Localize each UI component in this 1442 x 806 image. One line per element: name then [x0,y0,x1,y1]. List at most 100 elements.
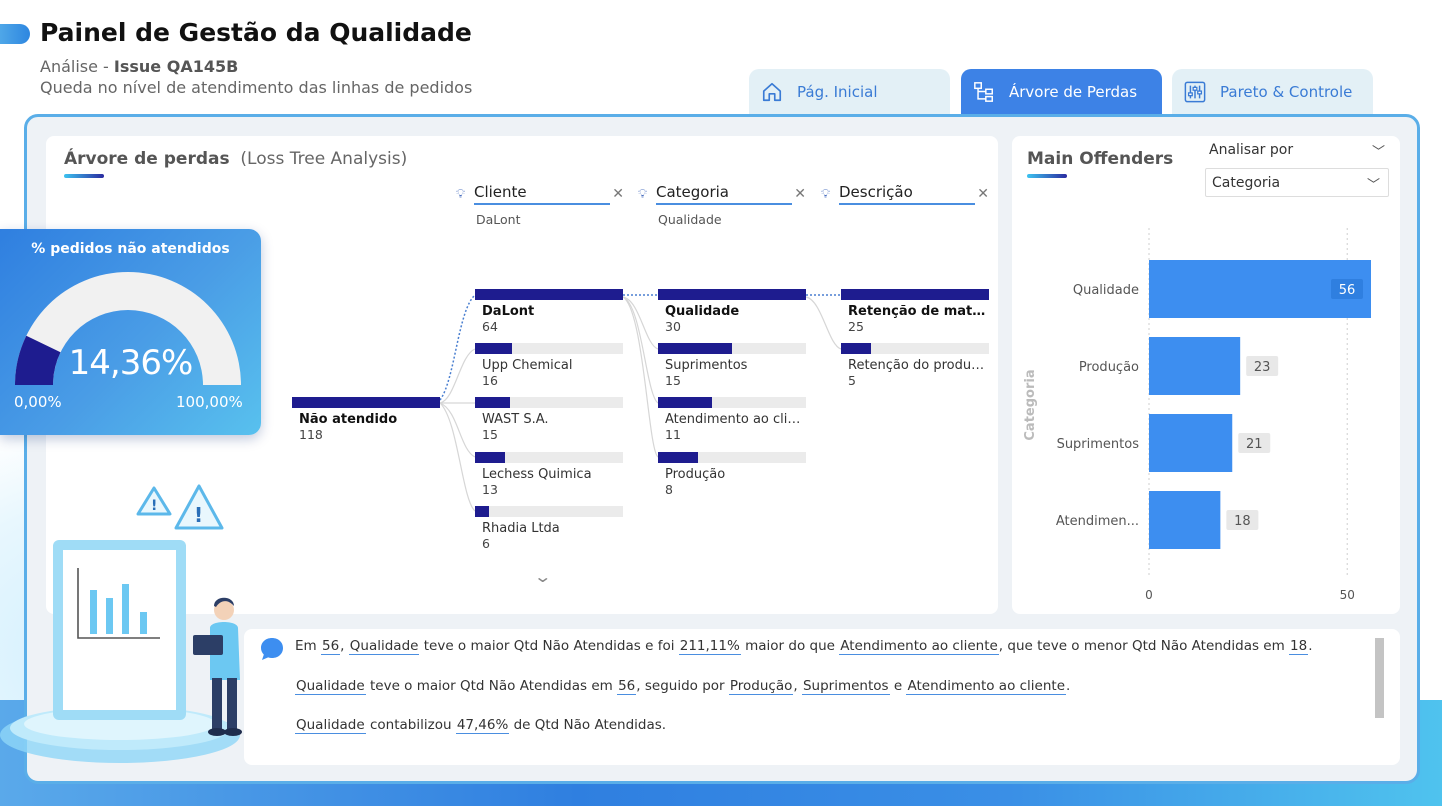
node-bar [475,506,623,517]
data-label: 21 [1246,437,1263,452]
tree-node[interactable]: DaLont 64 [475,289,623,334]
narrative-text: , seguido por [636,678,729,694]
narrative-highlight[interactable]: Atendimento ao cliente [839,638,999,655]
node-bar-fill [841,343,871,354]
narrative-line-1: Em 56, Qualidade teve o maior Qtd Não At… [295,638,1313,655]
offenders-bar-chart: Categoria Qualidade 56 Produção 23 Suprimento… [1023,228,1371,602]
data-label: 56 [1339,283,1356,298]
node-bar [475,343,623,354]
tree-node[interactable]: Atendimento ao cliente 11 [658,397,806,442]
narrative-highlight[interactable]: Atendimento ao cliente [906,678,1067,695]
narrative-highlight[interactable]: Qualidade [295,678,366,695]
narrative-highlight[interactable]: 211,11% [678,638,741,655]
node-label: Retenção de matéria... [848,304,989,319]
node-label: Rhadia Ltda [482,521,560,536]
node-bar-fill [475,506,489,517]
bar [1149,491,1221,549]
narrative-text: , [793,678,802,694]
chevron-down-icon[interactable]: ﹀ [1372,141,1385,160]
node-bar [658,289,806,300]
node-label: Lechess Quimica [482,467,592,482]
narrative-line-3: Qualidade contabilizou 47,46% de Qtd Não… [295,717,667,734]
node-value: 13 [482,482,498,497]
node-bar-fill [658,397,713,408]
narrative-text: e [889,678,907,694]
node-value: 8 [665,482,673,497]
chevron-down-icon[interactable]: ⌄ [533,567,552,586]
narrative-text: teve o maior Qtd Não Atendidas em [365,678,618,694]
node-label: WAST S.A. [482,412,549,427]
node-value: 11 [665,427,681,442]
node-bar-fill [658,289,806,300]
gauge-max-label: 100,00% [176,393,243,411]
narrative-highlight[interactable]: 56 [617,678,637,695]
x-tick-label: 50 [1340,588,1355,602]
tree-node[interactable]: WAST S.A. 15 [475,397,623,442]
narrative-text: contabilizou [365,717,456,733]
node-bar-fill [841,289,989,300]
narrative-highlight[interactable]: 47,46% [455,717,510,734]
narrative-highlight[interactable]: 56 [320,638,341,655]
main-offenders-title-bar [1027,174,1067,178]
narrative-text: maior do que [740,638,840,654]
category-label: Atendimen... [1056,514,1139,529]
narrative-highlight[interactable]: Qualidade [348,638,420,655]
tree-node-root[interactable]: Não atendido 118 [292,397,440,442]
chevron-down-icon: ﹀ [1366,178,1380,193]
analyst-illustration: ! ! [0,484,242,763]
analyze-by-dropdown[interactable]: Categoria ﹀ [1205,168,1389,197]
node-bar [475,452,623,463]
node-value: 64 [482,319,498,334]
node-label: Não atendido [299,412,398,427]
node-bar-fill [658,452,698,463]
category-label: Qualidade [1073,283,1139,298]
tree-node[interactable]: Retenção do produto f... 5 [841,343,989,388]
narrative-highlight[interactable]: Produção [728,678,794,695]
node-value: 16 [482,373,498,388]
category-label: Suprimentos [1057,437,1140,452]
tree-node[interactable]: Produção 8 [658,452,806,497]
node-bar-fill [475,343,512,354]
node-value: 15 [665,373,681,388]
narrative-highlight[interactable]: 18 [1289,638,1309,655]
svg-text:!: ! [194,503,203,527]
node-bar [475,289,623,300]
tree-node[interactable]: Retenção de matéria... 25 [841,289,989,334]
narrative-highlight[interactable]: Suprimentos [801,678,890,695]
main-offenders-title: Main Offenders [1027,149,1174,169]
scrollbar[interactable] [1375,638,1384,718]
node-value: 25 [848,319,864,334]
gauge-min-label: 0,00% [14,393,62,411]
node-label: Upp Chemical [482,358,573,373]
y-axis-title: Categoria [1023,369,1038,440]
bar [1149,414,1233,472]
bar [1149,337,1241,395]
tree-node[interactable]: Suprimentos 15 [658,343,806,388]
node-label: Suprimentos [665,358,748,373]
narrative-highlight[interactable]: Qualidade [295,717,366,734]
analyze-by-label: Analisar por [1209,142,1294,158]
tree-node[interactable]: Lechess Quimica 13 [475,452,623,497]
node-bar [475,397,623,408]
narrative-text: de Qtd Não Atendidas. [509,717,667,733]
narrative-line-2: Qualidade teve o maior Qtd Não Atendidas… [295,678,1071,695]
category-label: Produção [1079,360,1139,375]
node-bar-fill [475,397,510,408]
tree-node[interactable]: Qualidade 30 [658,289,806,334]
narrative-text: , que teve o menor Qtd Não Atendidas em [998,638,1290,654]
node-bar-fill [475,452,506,463]
node-bar [841,343,989,354]
tree-node[interactable]: Rhadia Ltda 6 [475,506,623,551]
narrative-text: . [1066,678,1071,694]
tree-node[interactable]: Upp Chemical 16 [475,343,623,388]
node-value: 6 [482,536,490,551]
node-label: DaLont [482,304,535,319]
node-bar [841,289,989,300]
node-bar [292,397,440,408]
dropdown-value: Categoria [1212,174,1281,191]
narrative-text: teve o maior Qtd Não Atendidas e foi [419,638,679,654]
node-bar-fill [658,343,732,354]
node-value: 118 [299,427,323,442]
node-label: Atendimento ao cliente [665,412,806,427]
narrative-text: . [1308,638,1313,654]
